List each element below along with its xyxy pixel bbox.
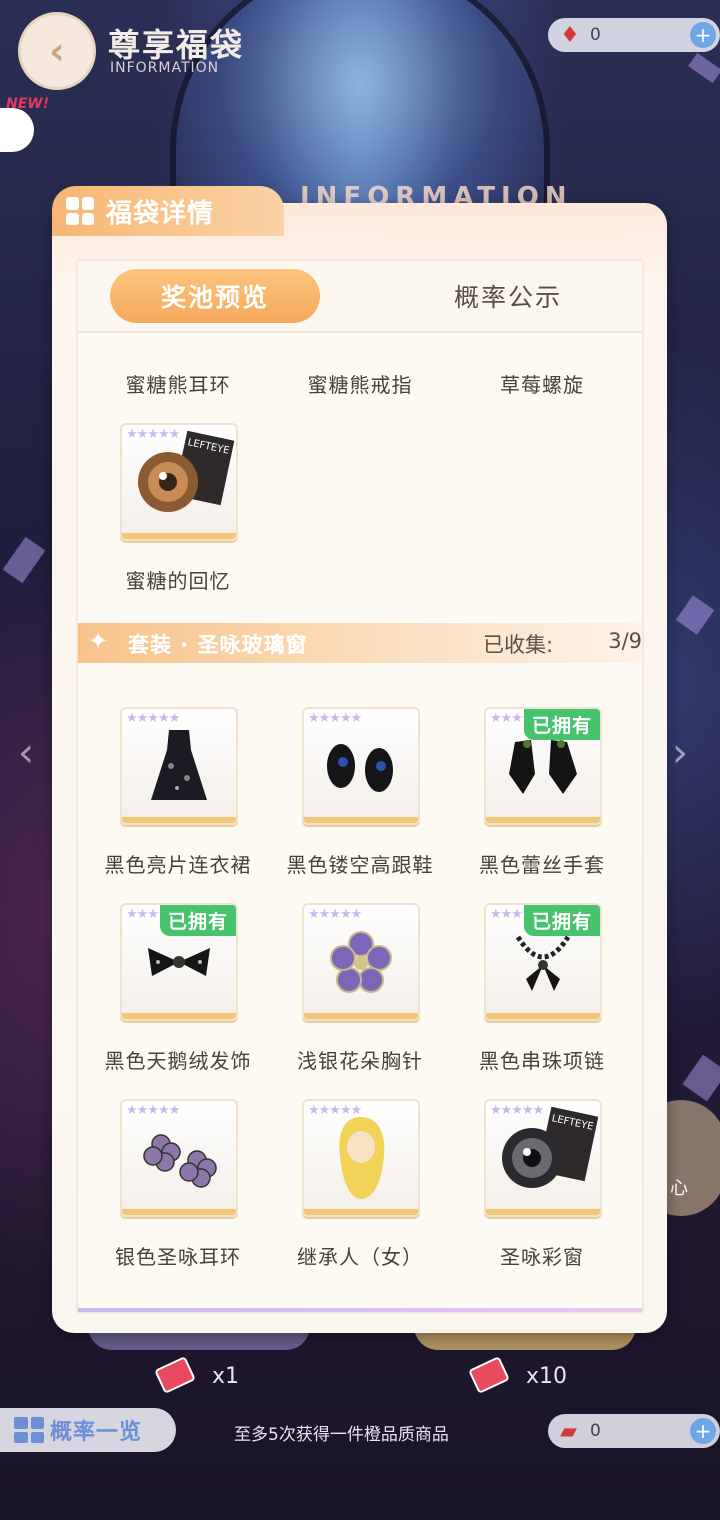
rarity-stars: ★★★★★ [490,1103,544,1118]
item-card[interactable]: ★★★★★ [120,1099,238,1217]
probability-overview-label: 概率一览 [50,1420,143,1445]
currency-value: 0 [590,1421,601,1441]
gloves-icon [505,734,581,802]
currency-value: 0 [590,25,601,45]
collected-label: 已收集: [483,633,554,657]
item-label: 黑色镂空高跟鞋 [286,853,434,877]
new-badge[interactable]: NEW! [0,96,49,156]
new-label: NEW! [6,96,50,112]
grid-icon [14,1417,44,1443]
add-currency-button[interactable]: + [690,22,716,48]
item-label: 黑色亮片连衣裙 [104,853,252,877]
rarity-stars: ★★★★★ [126,427,180,442]
item-label: 蜜糖熊耳环 [125,373,231,397]
grid-icon [66,197,94,225]
currency-counter-top: ♦ 0 + [548,18,720,52]
rarity-stars: ★★★★★ [126,1103,180,1118]
collected-count: 3/9 [608,629,642,653]
item-label: 草莓螺旋 [500,373,584,397]
set-header: ✦ 套装 · 圣咏玻璃窗 已收集: 3/9 [78,623,642,663]
ticket-icon: ▰ [560,1418,577,1444]
tab-probability[interactable]: 概率公示 [398,269,618,323]
scroll-end-divider [78,1308,642,1312]
item-label: 继承人（女） [297,1245,423,1269]
earrings-icon [139,1128,219,1192]
tab-bar: 奖池预览 概率公示 [78,261,642,333]
back-arrow-icon: ‹ [49,29,65,73]
guarantee-hint: 至多5次获得一件橙品质商品 [234,1425,449,1445]
item-label: 蜜糖的回忆 [125,569,231,593]
currency-counter-bottom: ▰ 0 + [548,1414,720,1448]
set-name: 套装 · 圣咏玻璃窗 [128,633,308,657]
tab-prize-preview[interactable]: 奖池预览 [110,269,320,323]
flame-gem-icon: ♦ [560,22,580,48]
draw-single-qty: x1 [212,1364,240,1389]
hair-bow-icon [144,942,214,986]
item-card[interactable]: ★★★★★ [302,707,420,825]
rarity-stars: ★★★★★ [126,711,180,726]
panel-title: 福袋详情 [106,198,215,229]
draw-ten-qty: x10 [526,1364,568,1389]
add-currency-button[interactable]: + [690,1418,716,1444]
item-label: 圣咏彩窗 [500,1245,584,1269]
next-arrow-icon[interactable]: › [672,730,688,776]
lucky-bag-detail-panel: 奖池预览 概率公示 蜜糖熊耳环 蜜糖熊戒指 草莓螺旋 ★★★★★ LEFTEYE… [52,203,667,1333]
item-card[interactable]: ★★★★★ 已拥有 [120,903,238,1021]
heels-icon [321,736,401,800]
mascot-icon [0,108,34,152]
item-card[interactable]: ★★★★★ 已拥有 [484,707,602,825]
prev-arrow-icon[interactable]: ‹ [18,730,34,776]
black-dress-icon [149,726,209,810]
prize-pool-content[interactable]: 奖池预览 概率公示 蜜糖熊耳环 蜜糖熊戒指 草莓螺旋 ★★★★★ LEFTEYE… [76,259,644,1314]
item-label: 黑色天鹅绒发饰 [104,1049,252,1073]
flower-brooch-icon [329,930,393,998]
owned-badge: 已拥有 [159,905,236,936]
rarity-stars: ★★★★★ [308,711,362,726]
item-card[interactable]: ★★★★★ [302,1099,420,1217]
necklace-icon [508,927,578,1001]
rarity-stars: ★★★★★ [308,907,362,922]
page-subtitle: INFORMATION [110,60,220,76]
eye-lens-icon [499,1125,565,1195]
side-heart-label: 心 [670,1178,688,1199]
blonde-hair-icon [331,1113,391,1207]
item-card[interactable]: ★★★★★ 已拥有 [484,903,602,1021]
item-label: 黑色蕾丝手套 [479,853,605,877]
item-label: 蜜糖熊戒指 [307,373,413,397]
item-card[interactable]: ★★★★★ [120,707,238,825]
item-card[interactable]: ★★★★★ [302,903,420,1021]
probability-overview-button[interactable]: 概率一览 [0,1408,176,1452]
item-label: 浅银花朵胸针 [297,1049,423,1073]
back-button[interactable]: ‹ [18,12,96,90]
eye-lens-icon [135,449,201,519]
item-label: 银色圣咏耳环 [115,1245,241,1269]
item-card[interactable]: ★★★★★ LEFTEYE [120,423,238,541]
item-label: 黑色串珠项链 [479,1049,605,1073]
sparkle-icon: ✦ [88,627,109,655]
panel-title-tab: 福袋详情 [52,186,284,236]
item-card[interactable]: ★★★★★ LEFTEYE [484,1099,602,1217]
